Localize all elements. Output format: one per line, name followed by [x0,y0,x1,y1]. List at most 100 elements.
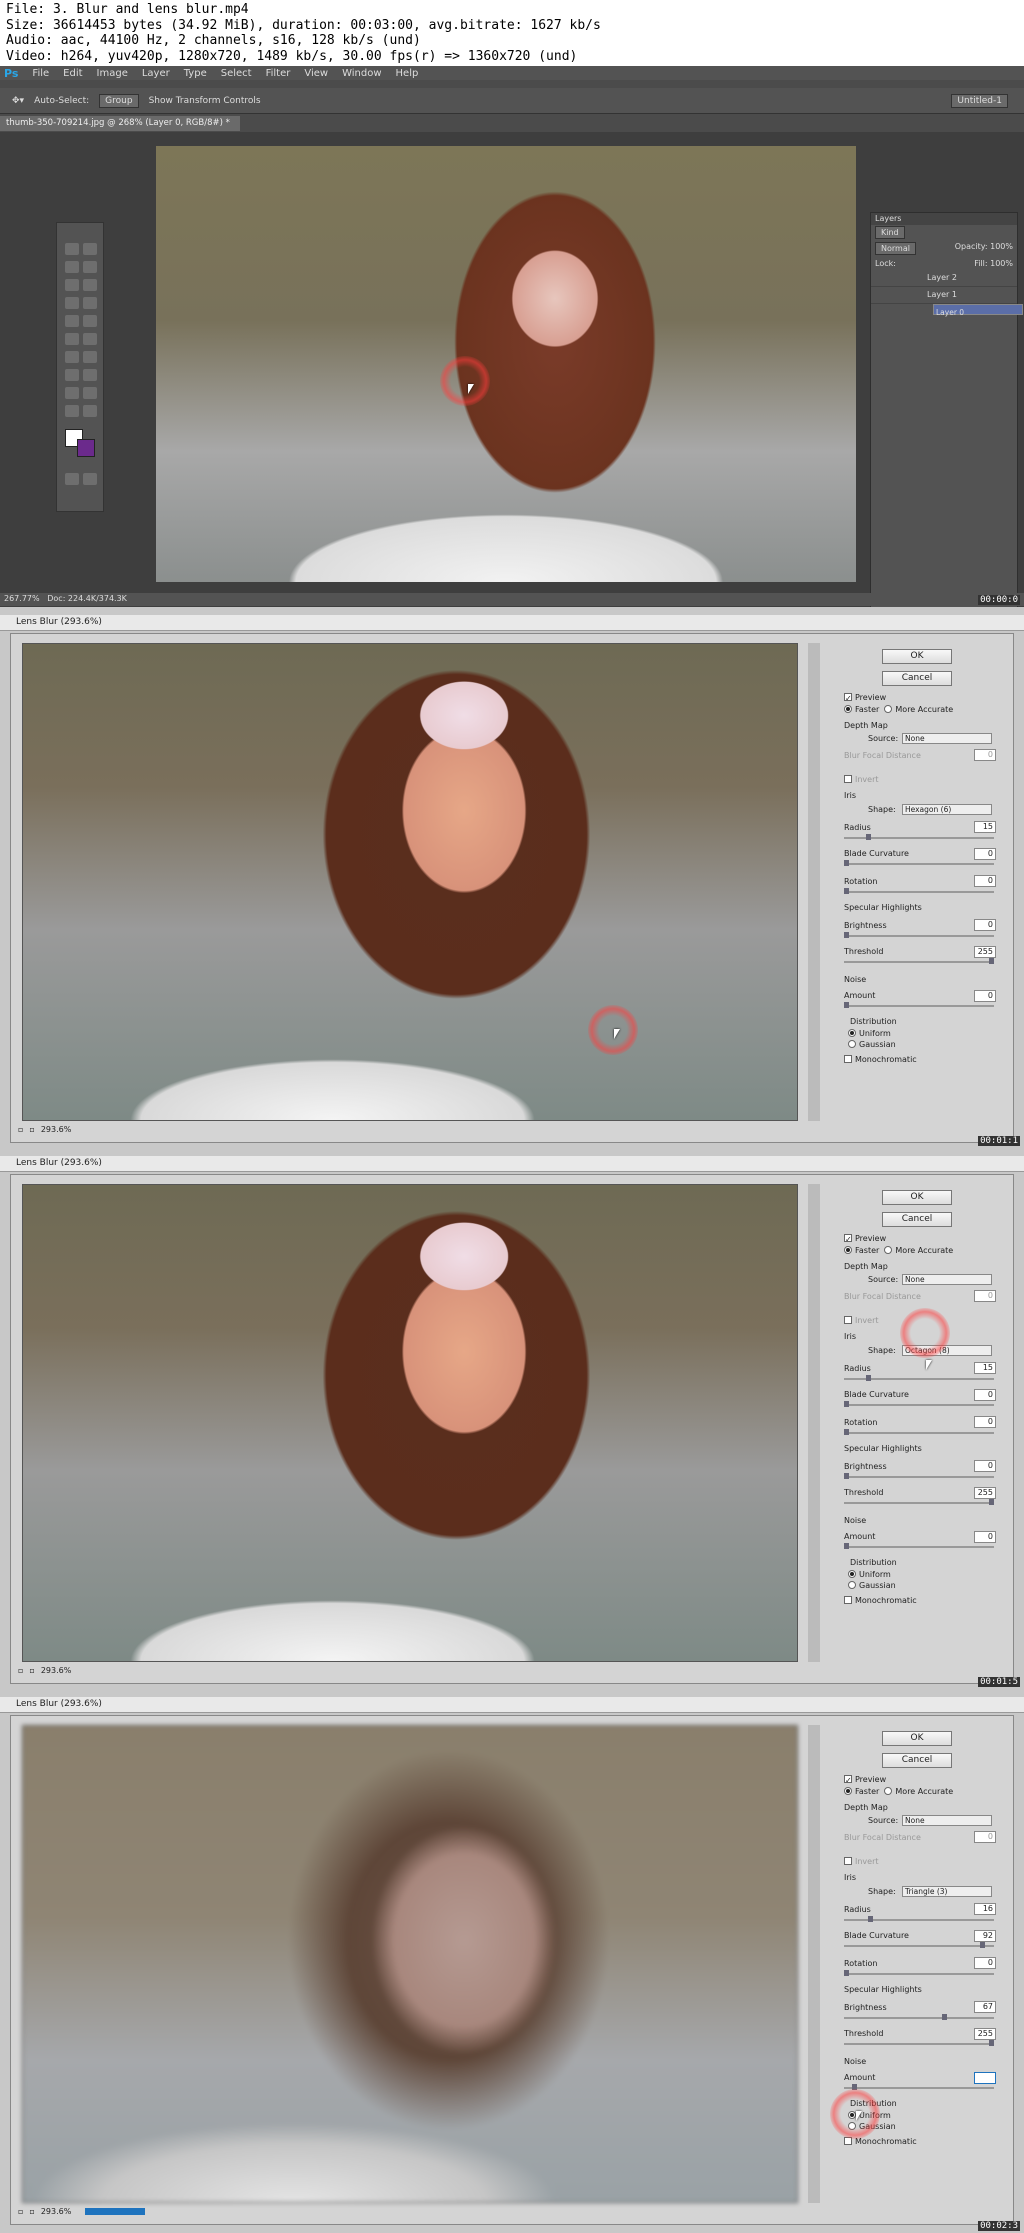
stamp-tool-icon[interactable] [65,315,79,327]
type-tool-icon[interactable] [83,369,97,381]
invert-checkbox[interactable]: Invert [844,775,879,784]
amount-field[interactable] [974,2072,996,2084]
rotation-slider[interactable] [844,1970,994,1976]
threshold-slider[interactable] [844,1499,994,1505]
radius-field[interactable]: 15 [974,821,996,833]
amount-slider[interactable] [844,1543,994,1549]
blur-focal-field[interactable]: 0 [974,1831,996,1843]
preview-scrollbar[interactable] [808,1184,820,1662]
source-select[interactable]: None [902,1274,992,1285]
faster-radio[interactable]: Faster More Accurate [844,705,953,714]
fill-value[interactable]: 100% [990,259,1013,268]
menu-filter[interactable]: Filter [266,68,291,79]
gradient-tool-icon[interactable] [83,333,97,345]
move-tool-icon[interactable]: ✥▾ [12,96,24,106]
zoom-out-button[interactable]: ▫ [18,1666,23,1675]
path-select-icon[interactable] [65,387,79,399]
blade-slider[interactable] [844,860,994,866]
radius-field[interactable]: 15 [974,1362,996,1374]
healing-brush-icon[interactable] [65,297,79,309]
blur-focal-field[interactable]: 0 [974,749,996,761]
blade-field[interactable]: 0 [974,848,996,860]
invert-checkbox[interactable]: Invert [844,1316,879,1325]
document-tab[interactable]: thumb-350-709214.jpg @ 268% (Layer 0, RG… [0,116,240,131]
layer-filter[interactable]: Kind [871,225,1017,240]
rotation-field[interactable]: 0 [974,1957,996,1969]
blade-slider[interactable] [844,1942,994,1948]
shape-tool-icon[interactable] [83,387,97,399]
eraser-tool-icon[interactable] [65,333,79,345]
crop-tool-icon[interactable] [65,279,79,291]
screen-mode-icon[interactable] [83,473,97,485]
menu-layer[interactable]: Layer [142,68,170,79]
menu-file[interactable]: File [32,68,49,79]
menu-view[interactable]: View [304,68,328,79]
brightness-slider[interactable] [844,932,994,938]
blur-preview[interactable] [22,1725,798,2203]
brightness-field[interactable]: 67 [974,2001,996,2013]
cancel-button[interactable]: Cancel [882,1212,952,1227]
document-image[interactable] [156,146,856,582]
source-select[interactable]: None [902,1815,992,1826]
lasso-tool-icon[interactable] [65,261,79,273]
gaussian-radio[interactable]: Gaussian [848,1581,896,1590]
hand-tool-icon[interactable] [65,405,79,417]
status-zoom[interactable]: 267.77% [4,594,40,603]
brightness-slider[interactable] [844,2014,994,2020]
monochromatic-checkbox[interactable]: Monochromatic [844,1055,917,1064]
eyedropper-icon[interactable] [83,279,97,291]
preview-scrollbar[interactable] [808,1725,820,2203]
opacity-value[interactable]: 100% [990,242,1013,251]
blur-tool-icon[interactable] [65,351,79,363]
menu-type[interactable]: Type [184,68,207,79]
menu-help[interactable]: Help [396,68,419,79]
show-transform-checkbox[interactable]: Show Transform Controls [149,96,261,106]
uniform-radio[interactable]: Uniform [848,1570,891,1579]
ok-button[interactable]: OK [882,1190,952,1205]
ok-button[interactable]: OK [882,1731,952,1746]
group-select[interactable]: Group [99,93,139,108]
invert-checkbox[interactable]: Invert [844,1857,879,1866]
move-tool-icon[interactable] [83,243,97,255]
menu-edit[interactable]: Edit [63,68,82,79]
uniform-radio[interactable]: Uniform [848,1029,891,1038]
radius-slider[interactable] [844,1375,994,1381]
quick-mask-icon[interactable] [65,473,79,485]
background-color[interactable] [77,439,95,457]
cancel-button[interactable]: Cancel [882,1753,952,1768]
preview-checkbox[interactable]: ✓ Preview [844,1775,886,1785]
history-brush-icon[interactable] [83,315,97,327]
zoom-out-button[interactable]: ▫ [18,2207,23,2216]
amount-slider[interactable] [844,2084,994,2090]
menu-select[interactable]: Select [221,68,252,79]
brightness-slider[interactable] [844,1473,994,1479]
source-select[interactable]: None [902,733,992,744]
cancel-button[interactable]: Cancel [882,671,952,686]
rotation-field[interactable]: 0 [974,875,996,887]
faster-radio[interactable]: Faster More Accurate [844,1787,953,1796]
blade-field[interactable]: 0 [974,1389,996,1401]
radius-field[interactable]: 16 [974,1903,996,1915]
menu-window[interactable]: Window [342,68,381,79]
faster-radio[interactable]: Faster More Accurate [844,1246,953,1255]
magic-wand-icon[interactable] [83,261,97,273]
blend-mode-select[interactable]: Normal [875,242,916,255]
threshold-field[interactable]: 255 [974,2028,996,2040]
preview-scrollbar[interactable] [808,643,820,1121]
zoom-in-button[interactable]: ▫ [29,1125,34,1134]
threshold-slider[interactable] [844,958,994,964]
blur-focal-field[interactable]: 0 [974,1290,996,1302]
layer-row[interactable]: Layer 1 [871,287,1017,304]
amount-slider[interactable] [844,1002,994,1008]
rotation-slider[interactable] [844,888,994,894]
zoom-in-button[interactable]: ▫ [29,1666,34,1675]
menu-image[interactable]: Image [97,68,128,79]
layer-row[interactable]: Layer 2 [871,270,1017,287]
blur-preview[interactable] [22,1184,798,1662]
dodge-tool-icon[interactable] [83,351,97,363]
blur-preview[interactable] [22,643,798,1121]
marquee-tool-icon[interactable] [65,243,79,255]
zoom-out-button[interactable]: ▫ [18,1125,23,1134]
preview-checkbox[interactable]: ✓ Preview [844,1234,886,1244]
blade-field[interactable]: 92 [974,1930,996,1942]
